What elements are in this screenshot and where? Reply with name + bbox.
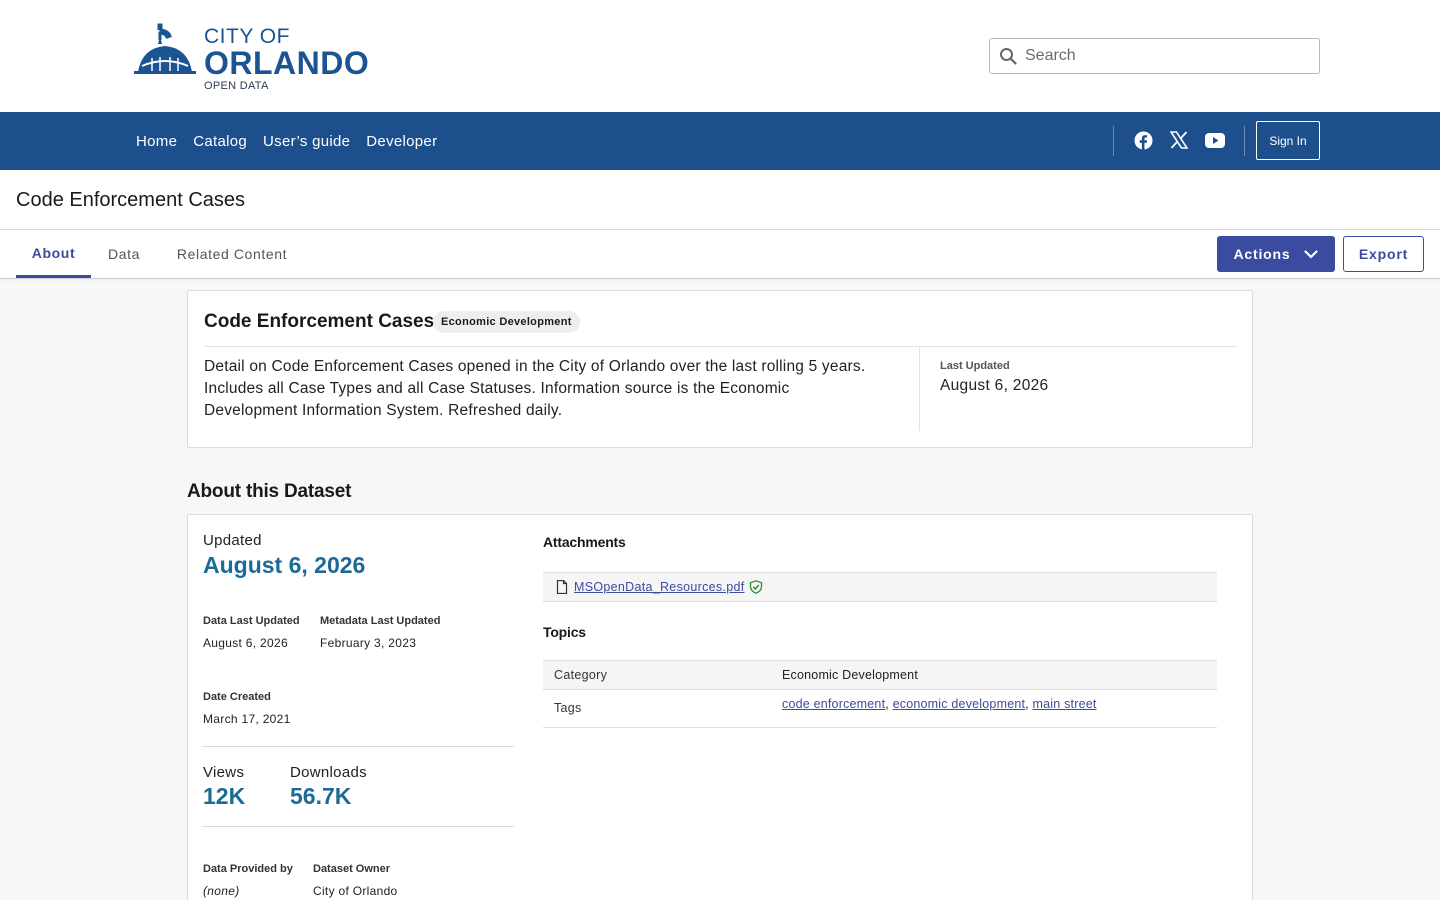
sign-in-button[interactable]: Sign In	[1256, 121, 1320, 160]
about-heading: About this Dataset	[187, 481, 352, 502]
tags-list: code enforcement, economic development, …	[782, 697, 1097, 711]
date-created-label: Date Created	[203, 691, 271, 703]
tab-related-content[interactable]: Related Content	[162, 230, 302, 278]
nav-link-users-guide[interactable]: User’s guide	[263, 133, 350, 150]
category-key: Category	[554, 668, 608, 682]
topics-heading: Topics	[543, 624, 586, 640]
logo-open-data: OPEN DATA	[204, 80, 269, 92]
tag-link[interactable]: code enforcement	[782, 697, 885, 711]
data-provided-by-value: (none)	[203, 884, 240, 898]
export-button[interactable]: Export	[1343, 236, 1424, 272]
dataset-description: Detail on Code Enforcement Cases opened …	[204, 358, 866, 419]
tab-data[interactable]: Data	[95, 230, 153, 278]
search-input[interactable]	[1025, 47, 1305, 65]
logo-wordmark: CITY OF ORLANDO OPEN DATA	[204, 26, 370, 93]
nav-link-developer[interactable]: Developer	[366, 133, 437, 150]
metadata-last-updated-label: Metadata Last Updated	[320, 615, 441, 627]
facebook-icon[interactable]	[1132, 129, 1154, 151]
views-value: 12K	[203, 783, 246, 809]
topic-row-category: Category Economic Development	[543, 660, 1217, 690]
about-card: Updated August 6, 2026 Data Last Updated…	[187, 514, 1253, 900]
downloads-value: 56.7K	[290, 783, 352, 809]
site-header: CITY OF ORLANDO OPEN DATA	[0, 0, 1440, 112]
nav-link-catalog[interactable]: Catalog	[193, 133, 247, 150]
data-provided-by-label: Data Provided by	[203, 863, 293, 875]
tabs-bar: About Data Related Content Actions Expor…	[0, 230, 1440, 279]
page-title: Code Enforcement Cases	[16, 189, 246, 211]
last-updated-label: Last Updated	[940, 360, 1010, 372]
downloads-label: Downloads	[290, 764, 367, 781]
metadata-last-updated-value: February 3, 2023	[320, 636, 417, 650]
dataset-title: Code Enforcement Cases	[204, 311, 435, 332]
actions-label: Actions	[1233, 246, 1291, 262]
x-twitter-icon[interactable]	[1168, 129, 1190, 151]
dataset-owner-label: Dataset Owner	[313, 863, 391, 875]
actions-button[interactable]: Actions	[1217, 236, 1335, 272]
nav-divider	[1244, 126, 1245, 156]
nav-link-home[interactable]: Home	[136, 133, 177, 150]
summary-vertical-divider	[919, 347, 920, 431]
logo-orlando: ORLANDO	[204, 45, 370, 81]
category-value: Economic Development	[782, 668, 919, 682]
title-bar: Code Enforcement Cases	[0, 170, 1440, 230]
data-last-updated-value: August 6, 2026	[203, 636, 288, 650]
city-hall-dome-icon	[134, 23, 196, 74]
last-updated-value: August 6, 2026	[940, 377, 1049, 394]
nav-links: Home Catalog User’s guide Developer	[136, 112, 453, 170]
topic-row-tags: Tags code enforcement, economic developm…	[543, 690, 1217, 728]
stats-divider	[202, 826, 514, 827]
date-created-value: March 17, 2021	[203, 712, 291, 726]
tag-link[interactable]: main street	[1033, 697, 1097, 711]
attachments-heading: Attachments	[543, 534, 626, 550]
data-last-updated-label: Data Last Updated	[203, 615, 300, 627]
summary-divider	[204, 346, 1237, 347]
views-label: Views	[203, 764, 245, 781]
verified-shield-icon	[750, 580, 763, 594]
summary-card: Code Enforcement Cases Economic Developm…	[187, 290, 1253, 448]
search-box[interactable]	[989, 38, 1320, 74]
tags-key: Tags	[554, 701, 582, 715]
dataset-owner-value: City of Orlando	[313, 884, 398, 898]
city-logo[interactable]: CITY OF ORLANDO OPEN DATA	[134, 22, 374, 93]
attachment-link[interactable]: MSOpenData_Resources.pdf	[574, 580, 744, 594]
attachment-row: MSOpenData_Resources.pdf	[543, 572, 1217, 602]
stats-divider	[202, 746, 514, 747]
nav-divider	[1113, 126, 1114, 156]
search-icon	[1000, 48, 1017, 65]
tag-link[interactable]: economic development	[893, 697, 1026, 711]
tab-about[interactable]: About	[16, 230, 91, 278]
updated-label: Updated	[203, 532, 262, 549]
chevron-down-icon	[1304, 249, 1319, 259]
updated-value: August 6, 2026	[203, 552, 366, 578]
youtube-icon[interactable]	[1204, 129, 1226, 151]
file-icon	[556, 580, 568, 594]
category-badge: Economic Development	[433, 311, 580, 333]
